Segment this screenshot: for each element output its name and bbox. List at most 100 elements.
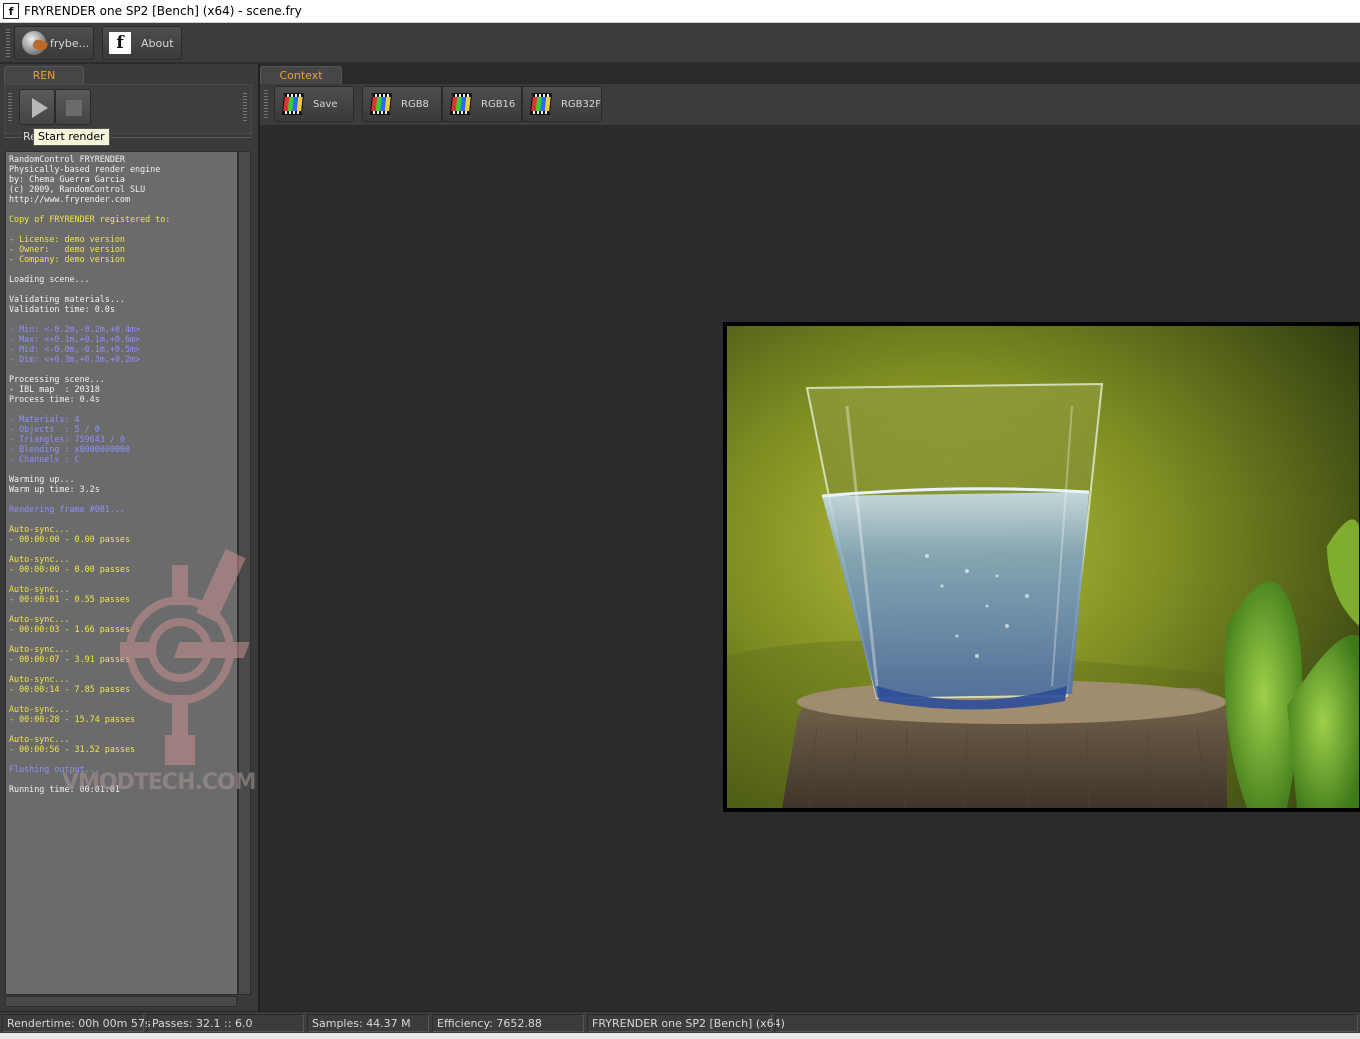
status-efficiency: Efficiency: 7652.88: [432, 1014, 584, 1032]
log-line: - 00:00:01 - 0.55 passes: [9, 594, 131, 604]
toolbar-grip[interactable]: [6, 29, 10, 57]
log-line: Process time: 0.4s: [9, 394, 100, 404]
log-line: - 00:00:00 - 0.00 passes: [9, 534, 131, 544]
film-icon: [281, 93, 305, 115]
log-line: - Blending : x0000000000: [9, 444, 131, 454]
log-line: Auto-sync...: [9, 614, 70, 624]
render-log[interactable]: RandomControl FRYRENDER Physically-based …: [5, 151, 238, 995]
log-line: Auto-sync...: [9, 644, 70, 654]
log-line: - Channels : C: [9, 454, 80, 464]
log-line: Auto-sync...: [9, 524, 70, 534]
output-toolbar-grip[interactable]: [264, 90, 268, 120]
rgb16-label: RGB16: [481, 98, 516, 110]
status-rendertime: Rendertime: 00h 00m 57s: [2, 1014, 151, 1032]
log-line: Copy of FRYRENDER registered to:: [9, 214, 171, 224]
about-label: About: [141, 36, 174, 50]
fryrender-logo-icon: f: [109, 32, 131, 54]
log-horizontal-scrollbar[interactable]: [5, 996, 237, 1007]
app-version-label: FRYRENDER one SP2 [Bench] (x64): [592, 1016, 785, 1030]
log-line: - Triangles: 759643 / 0: [9, 434, 125, 444]
log-line: - 00:00:56 - 31.52 passes: [9, 744, 136, 754]
log-line: - Dim: <+0.3m,+0.3m,+0.2m>: [9, 354, 141, 364]
log-line: - Max: <+0.1m,+0.1m,+0.6m>: [9, 334, 141, 344]
log-line: - Mid: <-0.0m,-0.1m,+0.5m>: [9, 344, 141, 354]
samples-label: Samples:: [312, 1016, 363, 1030]
log-line: Rendering frame #001...: [9, 504, 125, 514]
log-line: - 00:00:00 - 0.00 passes: [9, 564, 131, 574]
rgb32f-label: RGB32F: [560, 98, 601, 110]
status-app: FRYRENDER one SP2 [Bench] (x64): [587, 1014, 785, 1032]
log-line: Processing scene...: [9, 374, 105, 384]
log-line: - Owner: demo version: [9, 244, 125, 254]
log-line: - 00:00:28 - 15.74 passes: [9, 714, 136, 724]
controls-grip-right[interactable]: [243, 93, 247, 123]
main-toolbar: frybe... f About: [0, 23, 1360, 63]
status-samples: Samples: 44.37 M: [307, 1014, 429, 1032]
save-label: Save: [313, 98, 338, 110]
rendertime-value: 00h 00m 57s: [78, 1016, 151, 1030]
log-line: http://www.fryrender.com: [9, 194, 131, 204]
log-line: - 00:00:14 - 7.85 passes: [9, 684, 131, 694]
log-line: Warm up time: 3.2s: [9, 484, 100, 494]
log-line: (c) 2009, RandomControl SLU: [9, 184, 146, 194]
film-icon: [369, 93, 393, 115]
rgb8-label: RGB8: [401, 98, 429, 110]
about-button[interactable]: f About: [102, 26, 182, 60]
film-icon: [529, 93, 553, 115]
stop-render-button[interactable]: [55, 89, 91, 125]
tab-ren-label: REN: [32, 69, 56, 82]
log-line: - Min: <-0.2m,-0.2m,+0.4m>: [9, 324, 141, 334]
passes-value: 32.1 :: 6.0: [196, 1016, 253, 1030]
window-title: FRYRENDER one SP2 [Bench] (x64) - scene.…: [24, 4, 302, 18]
log-line: - 00:00:03 - 1.66 passes: [9, 624, 131, 634]
log-vertical-scrollbar[interactable]: [238, 151, 251, 995]
samples-value: 44.37 M: [366, 1016, 411, 1030]
log-line: by: Chema Guerra Garcia: [9, 174, 125, 184]
globe-icon: [22, 31, 46, 55]
log-line: Flushing output...: [9, 764, 100, 774]
log-line: Running time: 00:01:01: [9, 784, 120, 794]
status-passes: Passes: 32.1 :: 6.0: [147, 1014, 304, 1032]
log-line: Auto-sync...: [9, 734, 70, 744]
output-toolbar: Save RGB8 RGB16 RGB32F: [260, 84, 1360, 126]
render-panel: REN Re Start render RandomControl FRYREN…: [0, 64, 258, 1011]
log-line: - Company: demo version: [9, 254, 125, 264]
tab-context[interactable]: Context: [260, 66, 342, 84]
log-line: - IBL map : 20318: [9, 384, 100, 394]
rgb32f-button[interactable]: RGB32F: [522, 86, 602, 122]
fryboost-button[interactable]: frybe...: [14, 26, 94, 60]
tab-ren[interactable]: REN: [4, 66, 84, 84]
log-line: - Materials: 4: [9, 414, 80, 424]
rendertime-label: Rendertime:: [7, 1016, 75, 1030]
log-line: Validating materials...: [9, 294, 125, 304]
start-render-button[interactable]: [19, 89, 55, 125]
render-controls: [4, 84, 252, 134]
rgb8-button[interactable]: RGB8: [362, 86, 442, 122]
tab-context-label: Context: [279, 69, 323, 82]
log-line: - Objects : 5 / 0: [9, 424, 100, 434]
save-button[interactable]: Save: [274, 86, 354, 122]
log-line: Warming up...: [9, 474, 75, 484]
log-line: RandomControl FRYRENDER: [9, 154, 125, 164]
rendered-image[interactable]: [727, 326, 1359, 809]
status-empty: [775, 1014, 1358, 1032]
log-line: Validation time: 0.0s: [9, 304, 115, 314]
log-line: Physically-based render engine: [9, 164, 161, 174]
efficiency-label: Efficiency:: [437, 1016, 493, 1030]
rgb16-button[interactable]: RGB16: [442, 86, 522, 122]
controls-grip[interactable]: [8, 93, 12, 123]
log-line: - 00:00:07 - 3.91 passes: [9, 654, 131, 664]
